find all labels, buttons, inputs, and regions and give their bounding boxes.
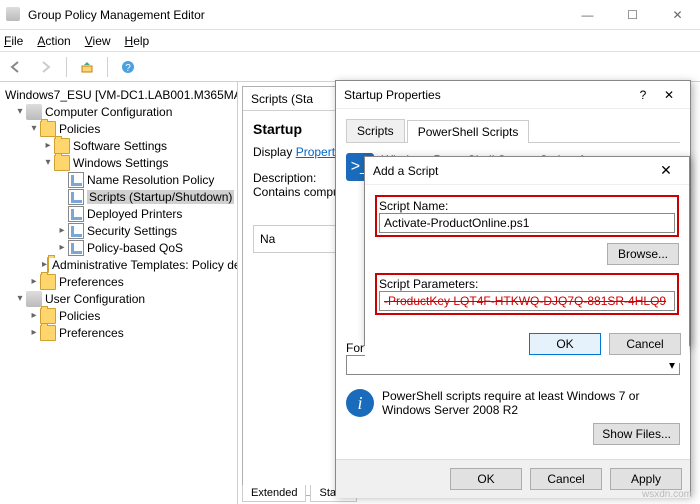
script-name-input[interactable] <box>379 213 675 233</box>
script-parameters-input[interactable] <box>379 291 675 311</box>
startup-dialog-title: Startup Properties <box>344 88 441 102</box>
add-ok-button[interactable]: OK <box>529 333 601 355</box>
tree-deployed-printers[interactable]: Deployed Printers <box>0 205 237 222</box>
window-title: Group Policy Management Editor <box>28 8 565 22</box>
help-button[interactable]: ? <box>116 55 140 79</box>
folder-icon <box>40 308 56 324</box>
folder-icon <box>54 155 70 171</box>
menu-file[interactable]: File <box>4 34 23 48</box>
add-dialog-close-button[interactable]: ✕ <box>651 162 681 179</box>
tree-windows-settings[interactable]: ▾Windows Settings <box>0 154 237 171</box>
help-button[interactable]: ? <box>630 88 656 102</box>
forward-button[interactable] <box>34 55 58 79</box>
folder-icon <box>40 121 56 137</box>
info-icon: i <box>346 389 374 417</box>
tree-computer-config[interactable]: ▾Computer Configuration <box>0 103 237 120</box>
script-parameters-label: Script Parameters: <box>379 277 675 291</box>
show-files-button[interactable]: Show Files... <box>593 423 680 445</box>
tree-name-resolution[interactable]: Name Resolution Policy <box>0 171 237 188</box>
add-script-dialog: Add a Script ✕ Script Name: Browse... Sc… <box>364 156 690 346</box>
tree-admin-templates[interactable]: ▸Administrative Templates: Policy de <box>0 256 237 273</box>
tree-preferences-user[interactable]: ▸Preferences <box>0 324 237 341</box>
startup-apply-button[interactable]: Apply <box>610 468 682 490</box>
printer-icon <box>68 206 84 222</box>
svg-text:?: ? <box>125 63 131 74</box>
folder-icon <box>47 257 49 273</box>
tree-security-settings[interactable]: ▸Security Settings <box>0 222 237 239</box>
menubar: File Action View Help <box>0 30 700 52</box>
menu-view[interactable]: View <box>85 34 111 48</box>
folder-icon <box>40 274 56 290</box>
menu-help[interactable]: Help <box>125 34 150 48</box>
menu-action[interactable]: Action <box>37 34 70 48</box>
scripts-icon <box>68 189 84 205</box>
watermark: wsxdn.com <box>642 489 692 500</box>
startup-ok-button[interactable]: OK <box>450 468 522 490</box>
nav-tree[interactable]: Windows7_ESU [VM-DC1.LAB001.M365MASTE ▾C… <box>0 82 238 504</box>
startup-cancel-button[interactable]: Cancel <box>530 468 602 490</box>
tree-user-config[interactable]: ▾User Configuration <box>0 290 237 307</box>
toolbar: ? <box>0 52 700 82</box>
powershell-requirement-note: PowerShell scripts require at least Wind… <box>382 389 680 417</box>
add-dialog-title: Add a Script <box>373 164 438 178</box>
maximize-button[interactable]: ☐ <box>610 0 655 30</box>
computer-icon <box>26 104 42 120</box>
browse-button[interactable]: Browse... <box>607 243 679 265</box>
tree-software-settings[interactable]: ▸Software Settings <box>0 137 237 154</box>
tree-qos[interactable]: ▸Policy-based QoS <box>0 239 237 256</box>
tree-policies-user[interactable]: ▸Policies <box>0 307 237 324</box>
tab-powershell-scripts[interactable]: PowerShell Scripts <box>407 120 530 143</box>
up-button[interactable] <box>75 55 99 79</box>
tab-scripts[interactable]: Scripts <box>346 119 405 142</box>
close-button[interactable]: ✕ <box>655 0 700 30</box>
security-icon <box>68 223 84 239</box>
window-titlebar: Group Policy Management Editor — ☐ ✕ <box>0 0 700 30</box>
tree-scripts[interactable]: Scripts (Startup/Shutdown) <box>0 188 237 205</box>
add-cancel-button[interactable]: Cancel <box>609 333 681 355</box>
tree-preferences-computer[interactable]: ▸Preferences <box>0 273 237 290</box>
tree-policies[interactable]: ▾Policies <box>0 120 237 137</box>
script-name-label: Script Name: <box>379 199 675 213</box>
minimize-button[interactable]: — <box>565 0 610 30</box>
tab-extended[interactable]: Extended <box>242 485 306 502</box>
dialog-close-button[interactable]: ✕ <box>656 88 682 102</box>
app-icon <box>6 7 22 23</box>
qos-icon <box>68 240 84 256</box>
folder-icon <box>40 325 56 341</box>
tree-gpo-root[interactable]: Windows7_ESU [VM-DC1.LAB001.M365MASTE <box>0 86 237 103</box>
back-button[interactable] <box>4 55 28 79</box>
policy-icon <box>68 172 84 188</box>
folder-icon <box>54 138 70 154</box>
user-icon <box>26 291 42 307</box>
